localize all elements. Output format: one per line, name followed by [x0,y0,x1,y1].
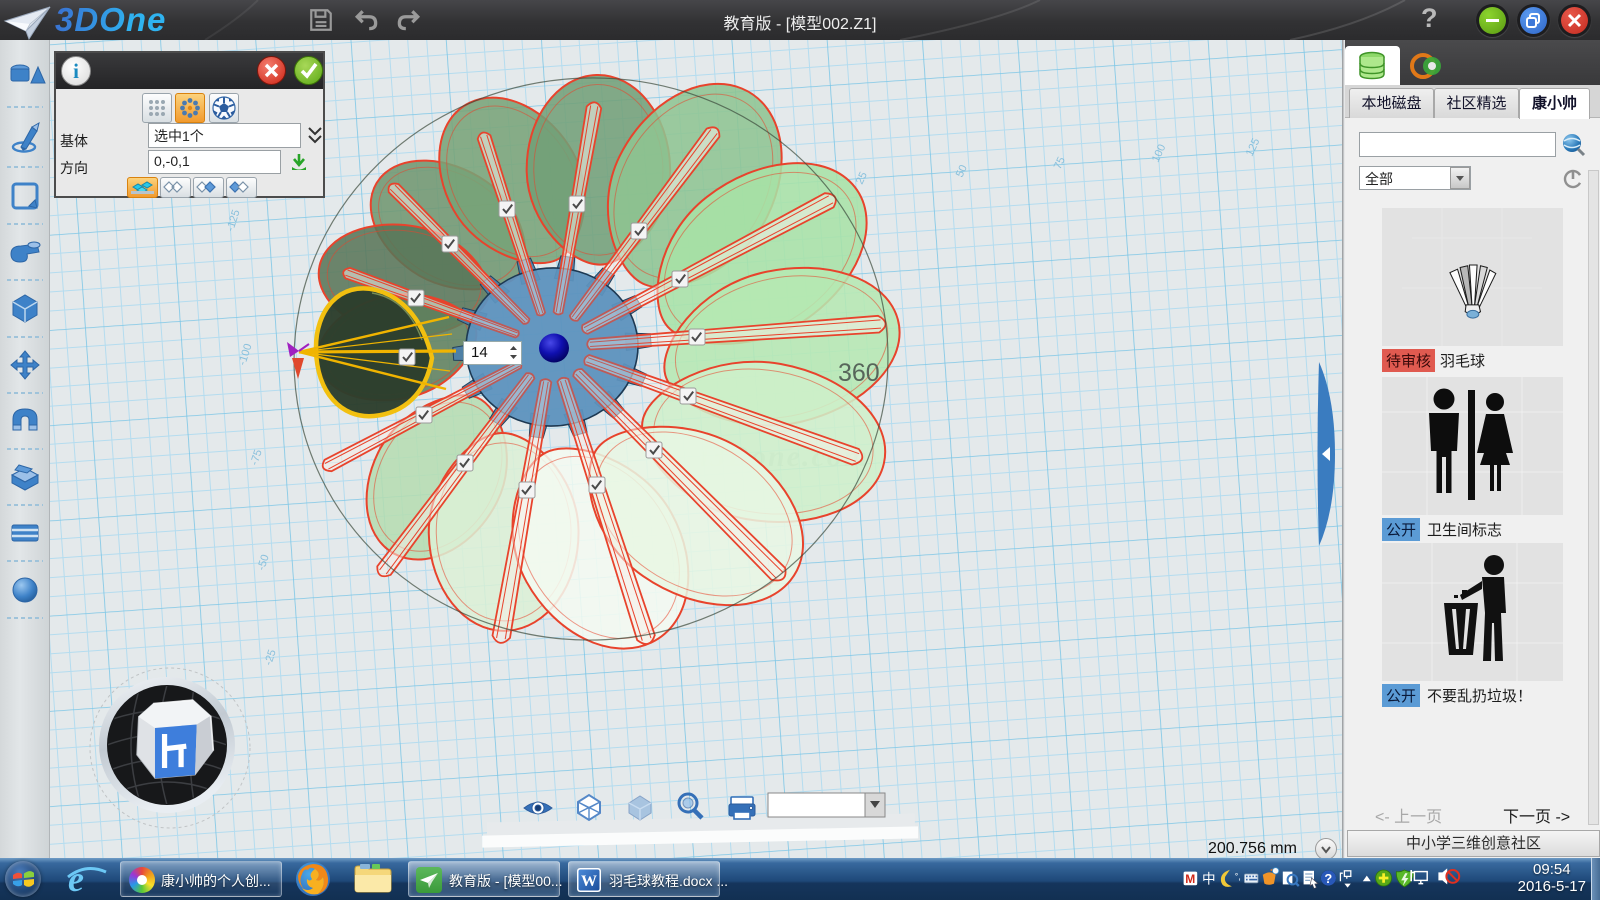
svg-text:W: W [581,873,597,890]
svg-text:M: M [1185,872,1195,886]
svg-text:?: ? [1324,871,1332,886]
svg-text:360: 360 [838,359,880,387]
svg-text:中: 中 [1202,872,1216,887]
svg-text:e: e [68,862,84,896]
svg-text:°,: °, [1235,872,1241,882]
